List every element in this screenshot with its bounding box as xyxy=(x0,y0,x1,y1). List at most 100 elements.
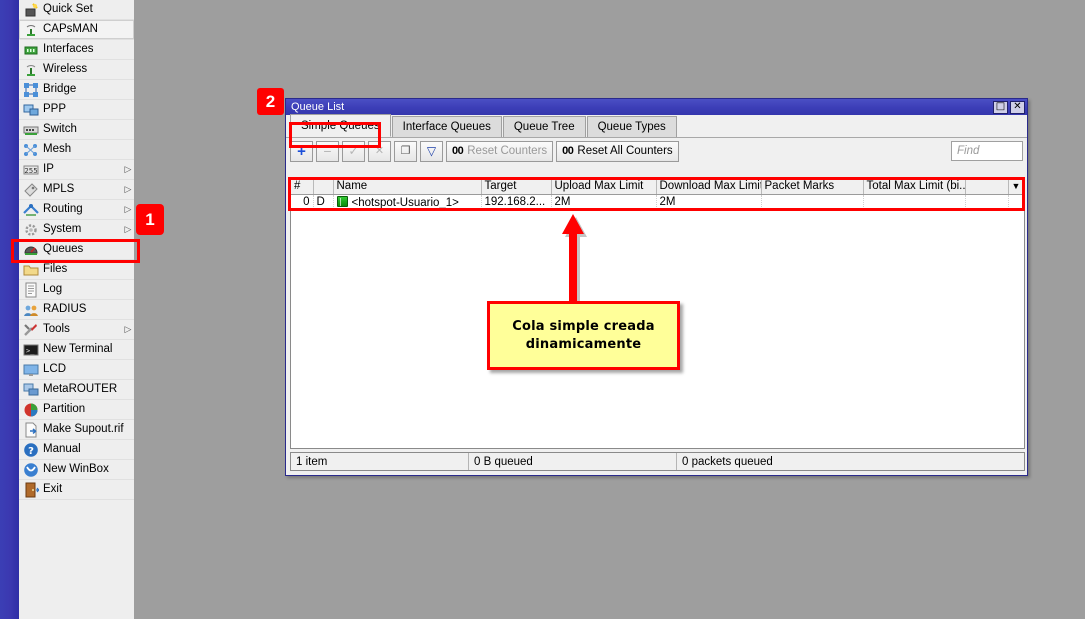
col-total-max-limit[interactable]: Total Max Limit (bi... xyxy=(863,178,965,194)
sidebar-item-exit[interactable]: Exit xyxy=(19,480,134,500)
cell-scroll-gutter xyxy=(1008,194,1024,210)
sidebar-item-switch[interactable]: Switch xyxy=(19,120,134,140)
sidebar-item-log[interactable]: Log xyxy=(19,280,134,300)
sidebar-item-tools[interactable]: Tools▷ xyxy=(19,320,134,340)
counter-all-icon: 00 xyxy=(562,145,573,157)
comment-icon: ❐ xyxy=(401,146,411,157)
sidebar-item-routing[interactable]: Routing▷ xyxy=(19,200,134,220)
sidebar-accent-rail xyxy=(0,0,19,619)
sidebar-item-bridge[interactable]: Bridge xyxy=(19,80,134,100)
disable-button[interactable]: ✕ xyxy=(368,141,391,162)
filter-button[interactable]: ▽ xyxy=(420,141,443,162)
sidebar-item-lcd[interactable]: LCD xyxy=(19,360,134,380)
sidebar-item-metarouter[interactable]: MetaROUTER xyxy=(19,380,134,400)
sidebar-item-label: MetaROUTER xyxy=(43,384,134,396)
search-input[interactable]: Find xyxy=(951,141,1023,161)
comment-button[interactable]: ❐ xyxy=(394,141,417,162)
sidebar-item-label: System xyxy=(43,224,124,236)
sidebar-item-label: Bridge xyxy=(43,84,134,96)
queue-table[interactable]: # Name Target Upload Max Limit Download … xyxy=(291,178,1025,211)
sidebar-item-mpls[interactable]: MPLS▷ xyxy=(19,180,134,200)
chevron-right-icon: ▷ xyxy=(124,204,134,215)
status-item-count: 1 item xyxy=(291,453,469,470)
window-titlebar[interactable]: Queue List □ ✕ xyxy=(286,99,1027,115)
sidebar-item-label: Wireless xyxy=(43,64,134,76)
sidebar-item-new-winbox[interactable]: New WinBox xyxy=(19,460,134,480)
close-icon[interactable]: ✕ xyxy=(1010,101,1025,114)
col-packet-marks[interactable]: Packet Marks xyxy=(761,178,863,194)
svg-text:255: 255 xyxy=(24,167,37,175)
sidebar-item-partition[interactable]: Partition xyxy=(19,400,134,420)
reset-counters-button[interactable]: 00 Reset Counters xyxy=(446,141,553,162)
switch-icon xyxy=(23,122,39,138)
col-index[interactable]: # xyxy=(291,178,313,194)
sidebar-item-radius[interactable]: RADIUS xyxy=(19,300,134,320)
sidebar-item-ppp[interactable]: PPP xyxy=(19,100,134,120)
sidebar-item-wireless[interactable]: Wireless xyxy=(19,60,134,80)
col-upload-max-limit[interactable]: Upload Max Limit xyxy=(551,178,656,194)
sidebar-item-quick-set[interactable]: Quick Set xyxy=(19,0,134,20)
table-header-row[interactable]: # Name Target Upload Max Limit Download … xyxy=(291,178,1024,194)
sidebar-item-queues[interactable]: Queues xyxy=(19,240,134,260)
enable-button[interactable]: ✓ xyxy=(342,141,365,162)
counter-icon: 00 xyxy=(452,145,463,157)
col-download-max-limit[interactable]: Download Max Limit xyxy=(656,178,761,194)
sidebar-item-interfaces[interactable]: Interfaces xyxy=(19,40,134,60)
step-badge-1: 1 xyxy=(136,204,164,235)
svg-text:>_: >_ xyxy=(26,347,35,355)
sidebar-item-system[interactable]: System▷ xyxy=(19,220,134,240)
table-row[interactable]: 0 D <hotspot-Usuario_1> 192.168.2... 2M … xyxy=(291,194,1024,210)
reset-all-counters-label: Reset All Counters xyxy=(577,145,672,157)
interfaces-icon xyxy=(23,42,39,58)
maximize-button[interactable]: □ xyxy=(993,101,1008,114)
tab-queue-types[interactable]: Queue Types xyxy=(587,116,677,137)
note-line-1: Cola simple creada xyxy=(512,319,654,334)
tab-interface-queues[interactable]: Interface Queues xyxy=(392,116,502,137)
tab-queue-tree[interactable]: Queue Tree xyxy=(503,116,586,137)
reset-all-counters-button[interactable]: 00 Reset All Counters xyxy=(556,141,679,162)
chevron-right-icon: ▷ xyxy=(124,324,134,335)
files-icon xyxy=(23,262,39,278)
ip-icon: 255 xyxy=(23,162,39,178)
sidebar-item-label: Mesh xyxy=(43,144,134,156)
chevron-right-icon: ▷ xyxy=(124,164,134,175)
sidebar-item-manual[interactable]: ? Manual xyxy=(19,440,134,460)
funnel-icon: ▽ xyxy=(427,145,436,157)
queue-icon xyxy=(337,196,348,207)
column-chooser-button[interactable]: ▼ xyxy=(1008,178,1024,194)
tab-simple-queues[interactable]: Simple Queues xyxy=(290,114,391,137)
sidebar-item-ip[interactable]: 255IP▷ xyxy=(19,160,134,180)
add-button[interactable]: + xyxy=(290,141,313,162)
sidebar-item-new-terminal[interactable]: >_New Terminal xyxy=(19,340,134,360)
sidebar-item-make-supout-rif[interactable]: Make Supout.rif xyxy=(19,420,134,440)
manual-icon: ? xyxy=(23,442,39,458)
sidebar-menu-list[interactable]: Quick Set CAPsMANInterfaces Wireless Bridge… xyxy=(19,0,134,619)
terminal-icon: >_ xyxy=(23,342,39,358)
sidebar-item-label: LCD xyxy=(43,364,134,376)
col-name[interactable]: Name xyxy=(333,178,481,194)
remove-button[interactable]: − xyxy=(316,141,339,162)
cell-download-max-limit: 2M xyxy=(656,194,761,210)
col-target[interactable]: Target xyxy=(481,178,551,194)
routing-icon xyxy=(23,202,39,218)
sidebar-item-files[interactable]: Files xyxy=(19,260,134,280)
window-toolbar[interactable]: + − ✓ ✕ ❐ ▽ 00 Reset Counters 00 xyxy=(286,138,1027,164)
mesh-icon xyxy=(23,142,39,158)
sidebar-item-label: Manual xyxy=(43,444,134,456)
cell-flags: D xyxy=(313,194,333,210)
chevron-down-icon: ▼ xyxy=(1012,181,1021,191)
sidebar-item-label: Make Supout.rif xyxy=(43,424,134,436)
queue-list-window[interactable]: Queue List □ ✕ Simple Queues Interface Q… xyxy=(285,98,1028,476)
col-flags[interactable] xyxy=(313,178,333,194)
sidebar-item-mesh[interactable]: Mesh xyxy=(19,140,134,160)
sidebar-item-label: New WinBox xyxy=(43,464,134,476)
sidebar-item-label: Quick Set xyxy=(43,4,134,16)
desktop-background: Quick Set CAPsMANInterfaces Wireless Bridge… xyxy=(0,0,1085,619)
reset-counters-label: Reset Counters xyxy=(467,145,547,157)
sidebar-item-capsman[interactable]: CAPsMAN xyxy=(19,20,134,40)
sidebar-item-label: Routing xyxy=(43,204,124,216)
sidebar-item-label: Tools xyxy=(43,324,124,336)
tab-bar[interactable]: Simple Queues Interface Queues Queue Tre… xyxy=(286,115,1027,138)
radius-icon xyxy=(23,302,39,318)
sidebar-item-label: Switch xyxy=(43,124,134,136)
